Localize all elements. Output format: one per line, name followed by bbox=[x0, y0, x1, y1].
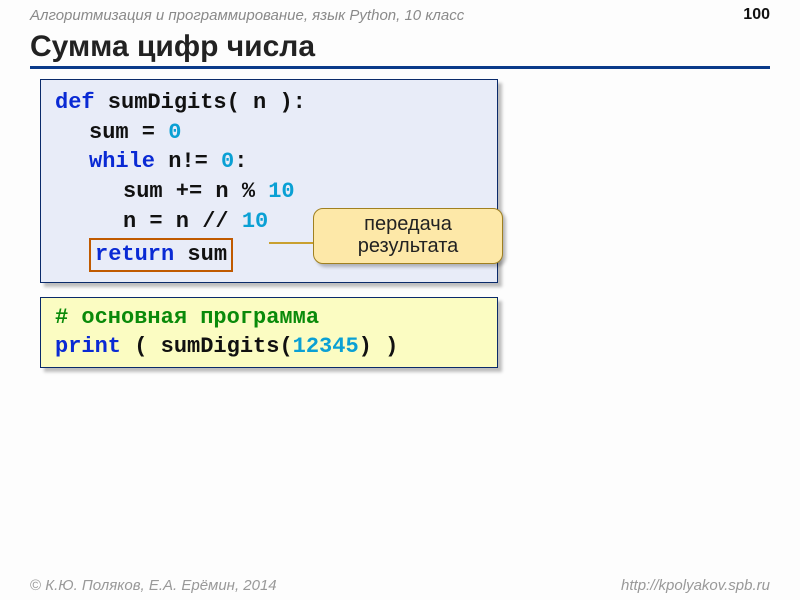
header-subject: Алгоритмизация и программирование, язык … bbox=[30, 7, 464, 24]
slide-header: Алгоритмизация и программирование, язык … bbox=[0, 0, 800, 26]
code-line-1: def sumDigits( n ): bbox=[55, 88, 485, 118]
code-print-line: print ( sumDigits(12345) ) bbox=[55, 333, 485, 362]
code-line-4: sum += n % 10 bbox=[55, 177, 485, 207]
callout-connector bbox=[269, 242, 313, 244]
code-comment: # основная программа bbox=[55, 304, 485, 333]
return-highlight-box: return sum bbox=[89, 238, 233, 272]
slide-footer: К.Ю. Поляков, Е.А. Ерёмин, 2014 http://k… bbox=[0, 577, 800, 594]
page-number: 100 bbox=[743, 6, 770, 24]
slide-title: Сумма цифр числа bbox=[30, 30, 770, 69]
callout-bubble: передача результата bbox=[313, 208, 503, 264]
main-program-code-block: # основная программа print ( sumDigits(1… bbox=[40, 297, 498, 368]
footer-authors: К.Ю. Поляков, Е.А. Ерёмин, 2014 bbox=[30, 577, 277, 594]
code-line-3: while n!= 0: bbox=[55, 147, 485, 177]
footer-url: http://kpolyakov.spb.ru bbox=[621, 577, 770, 594]
function-code-block: def sumDigits( n ): sum = 0 while n!= 0:… bbox=[40, 79, 498, 283]
code-line-2: sum = 0 bbox=[55, 118, 485, 148]
callout-text-2: результата bbox=[320, 235, 496, 257]
callout-text-1: передача bbox=[320, 213, 496, 235]
